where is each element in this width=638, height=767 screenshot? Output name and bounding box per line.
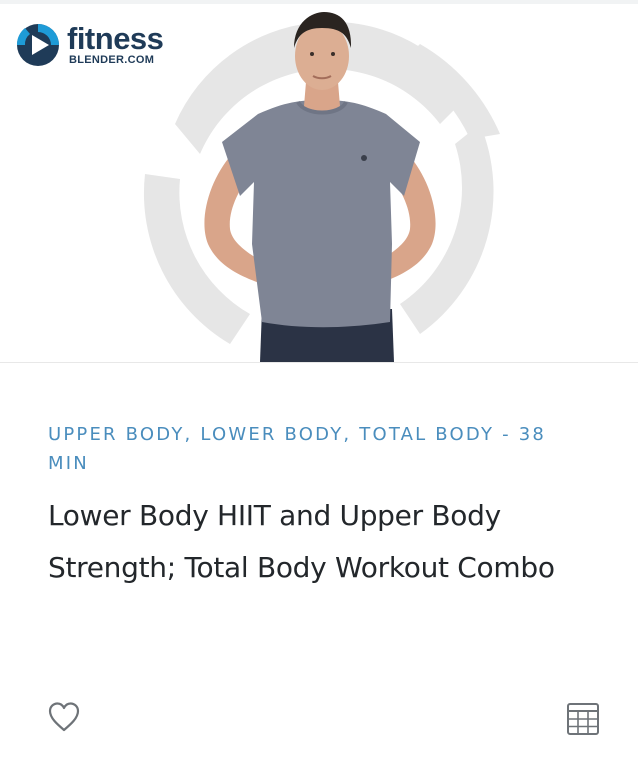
heart-outline-icon[interactable] <box>47 700 81 734</box>
play-logo-icon <box>16 24 59 66</box>
workout-title[interactable]: Lower Body HIIT and Upper Body Strength;… <box>48 490 608 594</box>
logo-wordmark: fitness <box>67 21 164 56</box>
workout-card: fitness BLENDER.COM UPPER BODY, LOWER BO… <box>0 0 638 767</box>
workout-category-duration: UPPER BODY, LOWER BODY, TOTAL BODY - 38 … <box>48 424 547 474</box>
logo-subtext: BLENDER.COM <box>69 54 155 66</box>
fitness-blender-logo: fitness BLENDER.COM <box>15 22 175 70</box>
calendar-grid-icon[interactable] <box>565 701 601 737</box>
workout-thumbnail[interactable]: fitness BLENDER.COM <box>0 4 638 363</box>
